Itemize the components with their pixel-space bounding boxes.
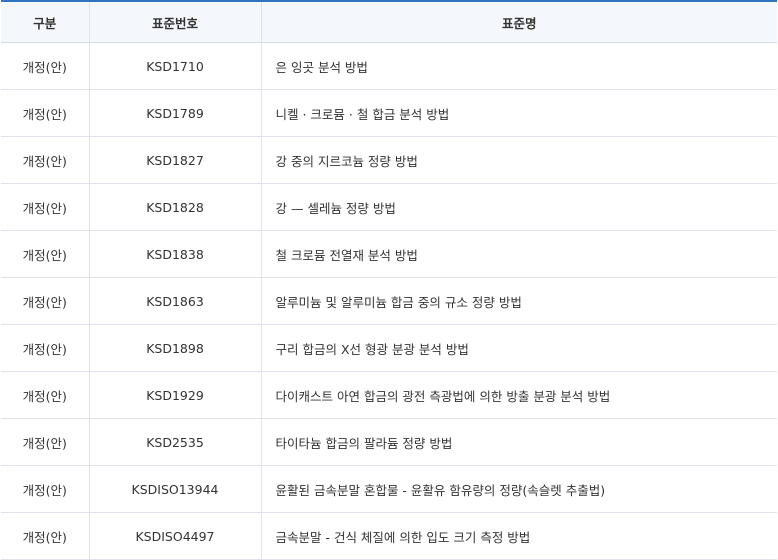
table-body: 개정(안) KSD1710 은 잉곳 분석 방법 개정(안) KSD1789 니… <box>1 42 777 560</box>
cell-type: 개정(안) <box>1 465 89 513</box>
header-row: 구분 표준번호 표준명 <box>1 1 777 43</box>
cell-type: 개정(안) <box>1 418 89 466</box>
table-header: 구분 표준번호 표준명 <box>1 1 777 43</box>
table-row: 개정(안) KSDISO4497 금속분말 - 건식 체질에 의한 입도 크기 … <box>1 512 777 560</box>
cell-type: 개정(안) <box>1 89 89 137</box>
cell-name: 강 — 셀레늄 정량 방법 <box>260 183 777 231</box>
header-name: 표준명 <box>260 1 777 43</box>
table-row: 개정(안) KSD1710 은 잉곳 분석 방법 <box>1 42 777 90</box>
table-row: 개정(안) KSD1898 구리 합금의 X선 형광 분광 분석 방법 <box>1 324 777 372</box>
cell-code: KSD1838 <box>88 230 261 278</box>
cell-name: 금속분말 - 건식 체질에 의한 입도 크기 측정 방법 <box>260 512 777 560</box>
cell-code: KSD2535 <box>88 418 261 466</box>
table-row: 개정(안) KSD1838 철 크로뮴 전열재 분석 방법 <box>1 230 777 278</box>
cell-type: 개정(안) <box>1 183 89 231</box>
cell-type: 개정(안) <box>1 512 89 560</box>
cell-name: 타이타늄 합금의 팔라듐 정량 방법 <box>260 418 777 466</box>
cell-name: 다이캐스트 아연 합금의 광전 측광법에 의한 방출 분광 분석 방법 <box>260 371 777 419</box>
table-row: 개정(안) KSD1828 강 — 셀레늄 정량 방법 <box>1 183 777 231</box>
cell-code: KSD1898 <box>88 324 261 372</box>
cell-type: 개정(안) <box>1 230 89 278</box>
header-type: 구분 <box>1 1 89 43</box>
cell-code: KSD1710 <box>88 42 261 90</box>
cell-code: KSDISO13944 <box>88 465 261 513</box>
cell-code: KSD1863 <box>88 277 261 325</box>
table-row: 개정(안) KSD2535 타이타늄 합금의 팔라듐 정량 방법 <box>1 418 777 466</box>
cell-code: KSD1789 <box>88 89 261 137</box>
cell-type: 개정(안) <box>1 277 89 325</box>
standards-table: 구분 표준번호 표준명 개정(안) KSD1710 은 잉곳 분석 방법 개정(… <box>1 0 777 560</box>
cell-code: KSDISO4497 <box>88 512 261 560</box>
cell-name: 강 중의 지르코늄 정량 방법 <box>260 136 777 184</box>
header-code: 표준번호 <box>88 1 261 43</box>
cell-name: 구리 합금의 X선 형광 분광 분석 방법 <box>260 324 777 372</box>
cell-code: KSD1828 <box>88 183 261 231</box>
table-row: 개정(안) KSD1929 다이캐스트 아연 합금의 광전 측광법에 의한 방출… <box>1 371 777 419</box>
standards-table-container: 구분 표준번호 표준명 개정(안) KSD1710 은 잉곳 분석 방법 개정(… <box>0 0 778 560</box>
cell-type: 개정(안) <box>1 324 89 372</box>
table-row: 개정(안) KSD1863 알루미늄 및 알루미늄 합금 중의 규소 정량 방법 <box>1 277 777 325</box>
cell-name: 은 잉곳 분석 방법 <box>260 42 777 90</box>
cell-type: 개정(안) <box>1 42 89 90</box>
cell-name: 윤활된 금속분말 혼합물 - 윤활유 함유량의 정량(속슬렛 추출법) <box>260 465 777 513</box>
cell-name: 알루미늄 및 알루미늄 합금 중의 규소 정량 방법 <box>260 277 777 325</box>
cell-type: 개정(안) <box>1 136 89 184</box>
cell-name: 철 크로뮴 전열재 분석 방법 <box>260 230 777 278</box>
table-row: 개정(안) KSDISO13944 윤활된 금속분말 혼합물 - 윤활유 함유량… <box>1 465 777 513</box>
cell-code: KSD1929 <box>88 371 261 419</box>
cell-name: 니켈 · 크로뮴 · 철 합금 분석 방법 <box>260 89 777 137</box>
table-row: 개정(안) KSD1827 강 중의 지르코늄 정량 방법 <box>1 136 777 184</box>
cell-type: 개정(안) <box>1 371 89 419</box>
cell-code: KSD1827 <box>88 136 261 184</box>
table-row: 개정(안) KSD1789 니켈 · 크로뮴 · 철 합금 분석 방법 <box>1 89 777 137</box>
